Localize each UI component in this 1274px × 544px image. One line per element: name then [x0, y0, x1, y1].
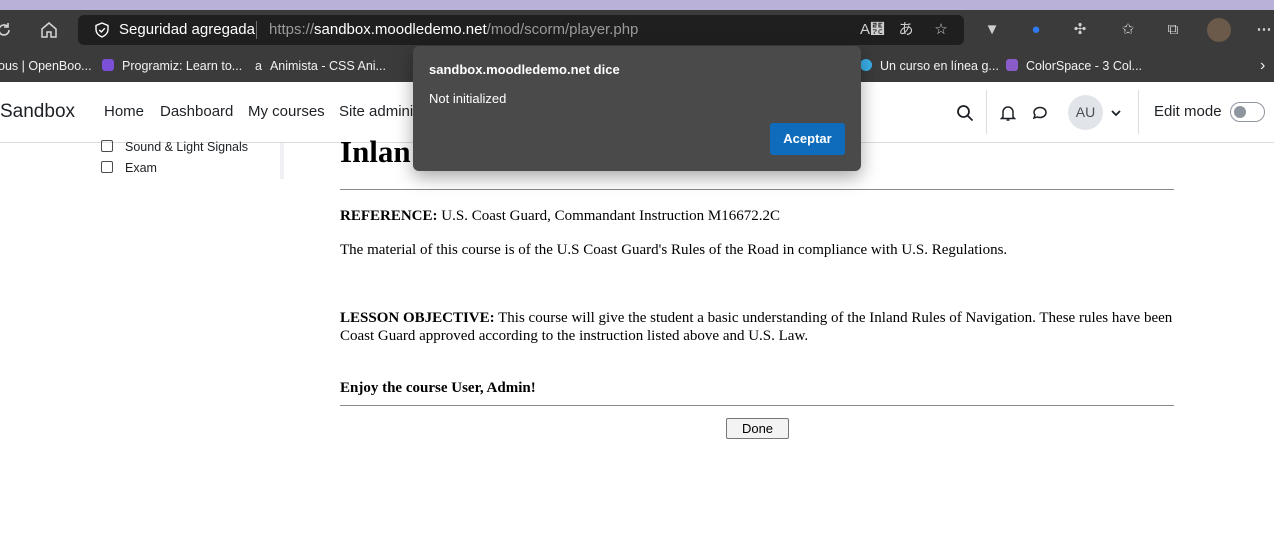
- messages-icon[interactable]: [1031, 104, 1049, 122]
- page-title: Inlan: [340, 134, 411, 169]
- nav-my-courses[interactable]: My courses: [248, 103, 325, 120]
- nav-dashboard[interactable]: Dashboard: [160, 103, 233, 120]
- alert-dialog: sandbox.moodledemo.net dice Not initiali…: [413, 46, 861, 171]
- security-label: Seguridad agregada: [119, 21, 255, 38]
- translate-icon[interactable]: あ: [896, 20, 916, 40]
- chevron-down-icon[interactable]: [1110, 108, 1122, 118]
- user-avatar[interactable]: AU: [1068, 95, 1103, 130]
- address-bar[interactable]: Seguridad agregada https://sandbox.moodl…: [78, 15, 964, 45]
- browser-toolbar: Seguridad agregada https://sandbox.moodl…: [0, 10, 1274, 50]
- bookmark-openboo[interactable]: ous | OpenBoo...: [0, 55, 92, 77]
- colorspace-icon: [1006, 59, 1018, 71]
- url-scheme: https://: [269, 21, 315, 38]
- bookmark-colorspace[interactable]: ColorSpace - 3 Col...: [1006, 55, 1142, 77]
- curso-icon: [860, 59, 872, 71]
- dialog-title: sandbox.moodledemo.net dice: [429, 62, 620, 77]
- profile-avatar-icon[interactable]: [1207, 18, 1231, 42]
- reference-label: REFERENCE:: [340, 208, 438, 224]
- url-text[interactable]: https://sandbox.moodledemo.net/mod/scorm…: [269, 20, 638, 40]
- bookmark-programiz[interactable]: Programiz: Learn to...: [102, 55, 242, 77]
- toggle-knob: [1234, 106, 1246, 118]
- material-paragraph: The material of this course is of the U.…: [340, 242, 1008, 258]
- notification-bell-icon[interactable]: [999, 104, 1017, 122]
- done-button[interactable]: Done: [726, 418, 789, 439]
- animista-icon: a: [255, 59, 262, 73]
- bookmark-animista[interactable]: a Animista - CSS Ani...: [255, 55, 386, 77]
- more-menu-icon[interactable]: ⋯: [1254, 20, 1274, 40]
- collections-icon[interactable]: ⧉: [1163, 20, 1183, 40]
- site-brand[interactable]: Sandbox: [0, 101, 75, 123]
- extensions-icon[interactable]: ✣: [1070, 20, 1090, 40]
- reference-text: U.S. Coast Guard, Commandant Instruction…: [441, 208, 780, 224]
- course-index: Sound & Light Signals Exam: [0, 140, 284, 179]
- accept-button[interactable]: Aceptar: [770, 123, 845, 155]
- objective-label: LESSON OBJECTIVE:: [340, 310, 495, 326]
- search-icon[interactable]: [956, 104, 974, 122]
- reference-paragraph: REFERENCE: U.S. Coast Guard, Commandant …: [340, 207, 1174, 225]
- objective-paragraph: LESSON OBJECTIVE: This course will give …: [340, 309, 1174, 345]
- dialog-message: Not initialized: [429, 91, 507, 106]
- edit-mode-toggle[interactable]: [1230, 102, 1265, 122]
- nav-site-admin[interactable]: Site admini: [339, 103, 413, 120]
- completion-checkbox[interactable]: [101, 161, 113, 173]
- home-icon[interactable]: [39, 20, 59, 40]
- course-index-item[interactable]: Sound & Light Signals: [101, 138, 248, 156]
- address-divider: [256, 21, 257, 39]
- shield-icon[interactable]: [94, 22, 110, 38]
- record-extension-icon[interactable]: ●: [1026, 20, 1046, 40]
- bookmark-curso[interactable]: Un curso en línea g...: [860, 55, 999, 77]
- nav-home[interactable]: Home: [104, 103, 144, 120]
- divider-bottom: [340, 405, 1174, 406]
- navbar-divider: [986, 90, 987, 134]
- favorites-icon[interactable]: ✩: [1118, 20, 1138, 40]
- completion-checkbox[interactable]: [101, 140, 113, 152]
- add-favorite-icon[interactable]: ☆: [931, 20, 951, 40]
- window-top-strip: [0, 0, 1274, 10]
- refresh-icon[interactable]: [0, 20, 14, 40]
- programiz-icon: [102, 59, 114, 71]
- enjoy-message: Enjoy the course User, Admin!: [340, 380, 536, 396]
- read-aloud-icon[interactable]: A⹼: [860, 20, 885, 40]
- divider-top: [340, 189, 1174, 190]
- navbar-divider-2: [1138, 90, 1139, 134]
- edit-mode-label: Edit mode: [1154, 103, 1222, 120]
- url-path: /mod/scorm/player.php: [486, 21, 639, 38]
- chevron-right-icon[interactable]: ›: [1260, 55, 1265, 77]
- vivaldi-extension-icon[interactable]: ▼: [982, 20, 1002, 40]
- url-host: sandbox.moodledemo.net: [314, 21, 487, 38]
- course-index-item[interactable]: Exam: [101, 159, 157, 177]
